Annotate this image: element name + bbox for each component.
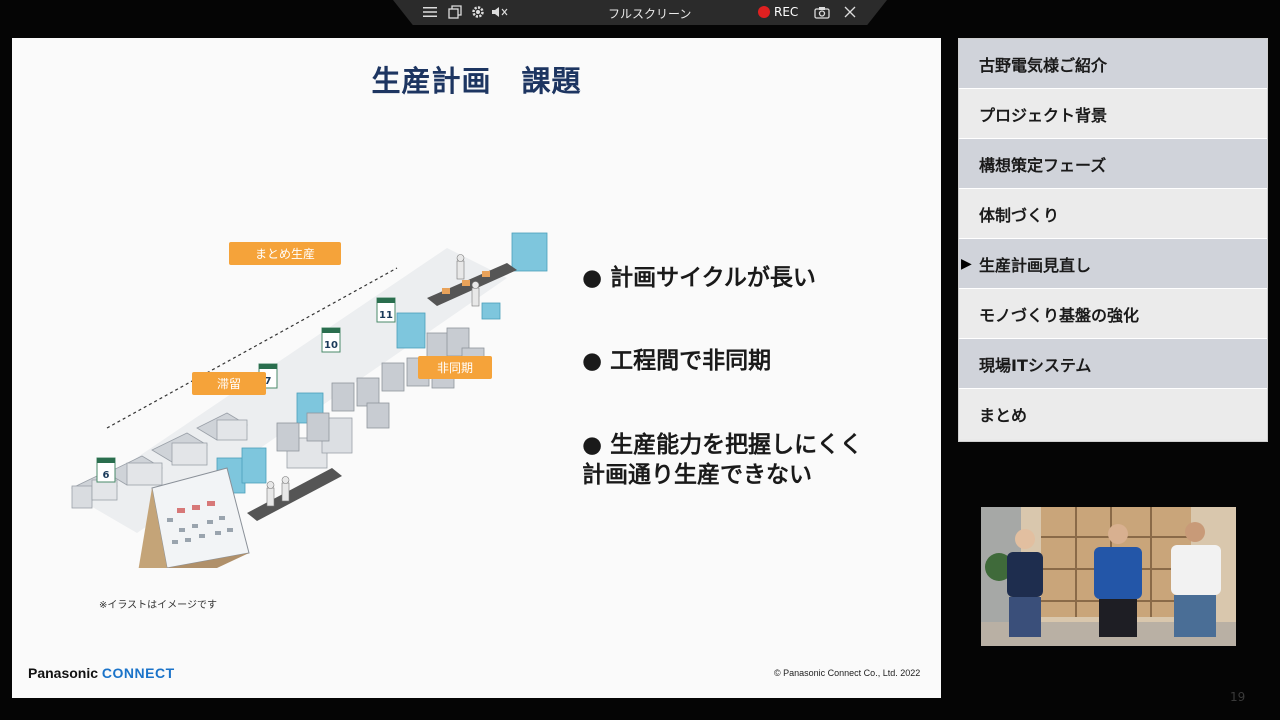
agenda-label: プロジェクト背景 [979, 105, 1108, 125]
fullscreen-toolbar: フルスクリーン REC [393, 0, 887, 25]
bullet-3: ● 生産能力を把握しにくく [582, 432, 863, 458]
agenda-panel: 古野電気様ご紹介 プロジェクト背景 構想策定フェーズ 体制づくり ▶ 生産計画見… [958, 38, 1268, 442]
mute-icon[interactable] [491, 3, 509, 21]
tag-batch-production: まとめ生産 [229, 242, 341, 265]
copyright: © Panasonic Connect Co., Ltd. 2022 [774, 668, 921, 678]
calendar-10: 10 [324, 340, 338, 351]
agenda-item-summary[interactable]: まとめ [959, 389, 1267, 439]
video-frame-image [981, 507, 1236, 646]
agenda-item-background[interactable]: プロジェクト背景 [959, 89, 1267, 139]
rec-label: REC [774, 5, 799, 19]
calendar-11: 11 [379, 310, 393, 321]
presentation-slide: 生産計画 課題 6 7 10 11 まとめ生産 滞留 非同期 ● 計画サイクルが… [12, 38, 941, 698]
active-marker-icon: ▶ [961, 255, 972, 272]
agenda-item-concept-phase[interactable]: 構想策定フェーズ [959, 139, 1267, 189]
agenda-label: 現場ITシステム [979, 355, 1092, 375]
page-number: 19 [1230, 690, 1246, 704]
agenda-label: 体制づくり [979, 205, 1060, 225]
bullet-3-cont: 計画通り生産できない [582, 462, 812, 488]
toolbar-title: フルスクリーン [608, 7, 692, 21]
agenda-item-manufacturing-base[interactable]: モノづくり基盤の強化 [959, 289, 1267, 339]
window-icon[interactable] [446, 3, 464, 21]
presenter-video [981, 507, 1236, 646]
agenda-item-organization[interactable]: 体制づくり [959, 189, 1267, 239]
agenda-label: 古野電気様ご紹介 [979, 55, 1108, 75]
tag-stagnation: 滞留 [192, 372, 266, 395]
agenda-label: モノづくり基盤の強化 [979, 305, 1140, 325]
logo-panasonic: Panasonic [28, 665, 99, 681]
slide-title: 生産計画 課題 [371, 64, 582, 98]
tag-async: 非同期 [418, 356, 492, 379]
bullet-2: ● 工程間で非同期 [582, 348, 772, 374]
agenda-label: 生産計画見直し [979, 255, 1092, 275]
rec-button[interactable]: REC [758, 5, 798, 19]
close-icon[interactable] [841, 3, 859, 21]
agenda-label: 構想策定フェーズ [979, 155, 1107, 175]
logo-connect: CONNECT [101, 665, 175, 681]
agenda-item-it-system[interactable]: 現場ITシステム [959, 339, 1267, 389]
bullet-1: ● 計画サイクルが長い [582, 265, 816, 291]
company-logo: Panasonic CONNECT [28, 665, 175, 681]
agenda-item-production-planning[interactable]: ▶ 生産計画見直し [959, 239, 1267, 289]
calendar-6: 6 [103, 470, 110, 481]
record-icon [758, 6, 770, 18]
gear-icon[interactable] [469, 3, 487, 21]
agenda-item-company-intro[interactable]: 古野電気様ご紹介 [959, 39, 1267, 89]
camera-icon[interactable] [813, 3, 831, 21]
menu-icon[interactable] [421, 3, 439, 21]
agenda-label: まとめ [979, 406, 1028, 425]
illustration-note: ※イラストはイメージです [99, 600, 217, 611]
